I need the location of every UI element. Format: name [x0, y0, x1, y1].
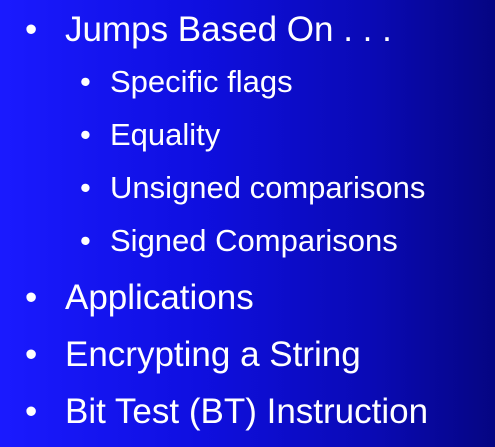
- bullet-icon: •: [80, 64, 91, 99]
- bullet-icon: •: [25, 10, 38, 49]
- bullet-text: Applications: [65, 278, 254, 317]
- bullet-icon: •: [25, 392, 38, 431]
- bullet-text: Equality: [110, 117, 221, 152]
- bullet-text: Specific flags: [110, 64, 293, 99]
- bullet-text: Jumps Based On . . .: [65, 10, 392, 49]
- bullet-icon: •: [80, 170, 91, 205]
- bullet-icon: •: [25, 278, 38, 317]
- bullet-text: Unsigned comparisons: [110, 170, 426, 205]
- slide-content: • Jumps Based On . . . • Specific flags …: [0, 0, 495, 447]
- bullet-icon: •: [80, 223, 91, 258]
- bullet-text: Bit Test (BT) Instruction: [65, 392, 429, 431]
- bullet-icon: •: [25, 335, 38, 374]
- bullet-text: Encrypting a String: [65, 335, 361, 374]
- bullet-text: Signed Comparisons: [110, 223, 398, 258]
- bullet-icon: •: [80, 117, 91, 152]
